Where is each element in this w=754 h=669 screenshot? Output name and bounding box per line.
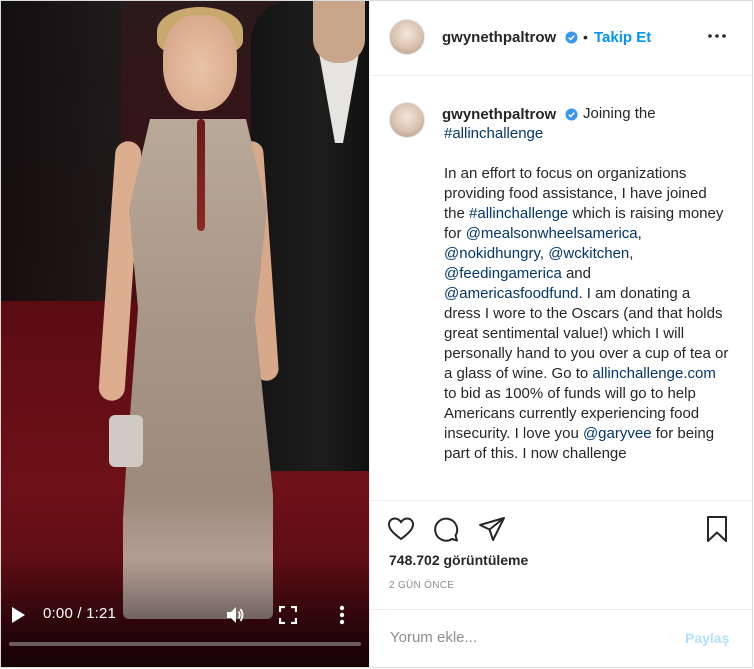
avatar[interactable]: [389, 19, 425, 55]
post-comment-button[interactable]: Paylaş: [685, 630, 729, 646]
mention-link[interactable]: @wckitchen: [548, 245, 629, 262]
video-time: 0:00 / 1:21: [43, 605, 117, 622]
hashtag-link[interactable]: #allinchallenge: [444, 125, 543, 142]
comment-bar: Paylaş: [370, 609, 752, 667]
follow-button[interactable]: Takip Et: [594, 29, 651, 46]
more-options-icon[interactable]: [705, 26, 729, 46]
mention-link[interactable]: @americasfoodfund: [444, 285, 578, 302]
comment-icon[interactable]: [432, 515, 460, 543]
separator-dot: •: [583, 29, 588, 45]
hashtag-link[interactable]: #allinchallenge: [469, 205, 568, 222]
mention-link[interactable]: @nokidhungry: [444, 245, 540, 262]
caption-section: gwynethpaltrow Joining the #allinchallen…: [370, 76, 752, 500]
caption-avatar[interactable]: [389, 102, 425, 138]
video-player[interactable]: 0:00 / 1:21: [1, 1, 369, 667]
share-icon[interactable]: [478, 515, 506, 543]
external-link[interactable]: allinchallenge.com: [592, 365, 715, 382]
mention-link[interactable]: @garyvee: [583, 425, 652, 442]
post-header: gwynethpaltrow • Takip Et: [370, 1, 752, 76]
mention-link[interactable]: @mealsonwheelsamerica: [466, 225, 638, 242]
username-link[interactable]: gwynethpaltrow: [442, 29, 556, 46]
instagram-post: 0:00 / 1:21 gwynethpaltrow • Takip Et gw…: [0, 0, 753, 668]
post-timestamp[interactable]: 2 GÜN ÖNCE: [389, 580, 454, 591]
verified-badge-icon: [565, 31, 578, 44]
comment-input[interactable]: [388, 628, 682, 647]
post-side-panel: gwynethpaltrow • Takip Et gwynethpaltrow…: [369, 1, 752, 667]
caption-body: and: [561, 265, 591, 282]
fullscreen-icon[interactable]: [279, 606, 297, 624]
action-bar: [370, 500, 752, 557]
play-icon[interactable]: [11, 607, 25, 623]
view-count: 748.702 görüntüleme: [389, 552, 529, 568]
mention-link[interactable]: @feedingamerica: [444, 265, 562, 282]
heart-icon[interactable]: [387, 515, 415, 543]
video-progress-bar[interactable]: [9, 642, 361, 646]
volume-icon[interactable]: [225, 605, 245, 625]
bookmark-icon[interactable]: [703, 515, 731, 543]
caption-text: #allinchallenge In an effort to focus on…: [444, 125, 729, 462]
video-more-icon[interactable]: [337, 605, 347, 625]
